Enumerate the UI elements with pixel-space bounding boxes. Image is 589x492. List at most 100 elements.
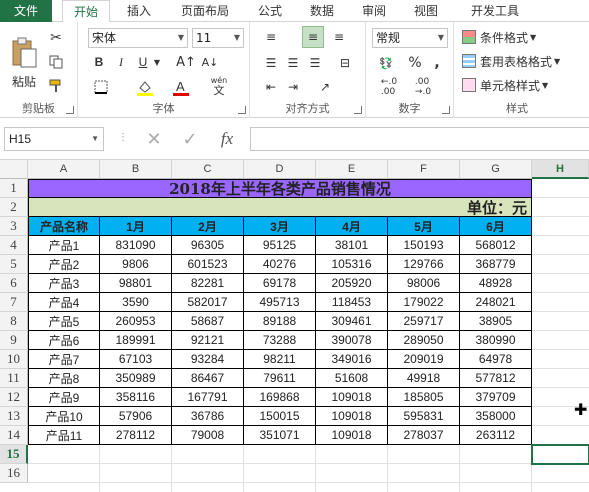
align-center-button[interactable]: ☰: [282, 52, 304, 74]
sales-value-cell[interactable]: 109018: [316, 407, 388, 426]
product-name-cell[interactable]: 产品7: [28, 350, 100, 369]
sales-value-cell[interactable]: 89188: [244, 312, 316, 331]
font-size-select[interactable]: 11 ▼: [192, 28, 244, 48]
sales-value-cell[interactable]: 577812: [460, 369, 532, 388]
decrease-indent-button[interactable]: ⇤: [260, 76, 282, 98]
copy-button[interactable]: [46, 52, 66, 72]
sales-value-cell[interactable]: 150193: [388, 236, 460, 255]
tab-view[interactable]: 视图: [404, 0, 448, 22]
cancel-button[interactable]: ✕: [140, 127, 168, 151]
sales-value-cell[interactable]: 109018: [316, 426, 388, 445]
product-name-cell[interactable]: 产品3: [28, 274, 100, 293]
enter-button[interactable]: ✓: [176, 127, 204, 151]
bold-button[interactable]: B: [90, 52, 108, 72]
sales-value-cell[interactable]: 79611: [244, 369, 316, 388]
column-header-c[interactable]: C: [172, 160, 244, 179]
unit-label[interactable]: 单位：元: [28, 198, 532, 217]
sales-value-cell[interactable]: 368779: [460, 255, 532, 274]
sales-value-cell[interactable]: 209019: [388, 350, 460, 369]
font-color-button[interactable]: A: [166, 76, 196, 98]
product-name-cell[interactable]: 产品5: [28, 312, 100, 331]
column-header-g[interactable]: G: [460, 160, 532, 179]
row-header-12[interactable]: 12: [0, 388, 28, 407]
sales-value-cell[interactable]: 495713: [244, 293, 316, 312]
row-header-13[interactable]: 13: [0, 407, 28, 426]
tab-data[interactable]: 数据: [300, 0, 344, 22]
sales-value-cell[interactable]: 79008: [172, 426, 244, 445]
sales-value-cell[interactable]: 260953: [100, 312, 172, 331]
sales-value-cell[interactable]: 98006: [388, 274, 460, 293]
sales-value-cell[interactable]: 358000: [460, 407, 532, 426]
sales-value-cell[interactable]: 278037: [388, 426, 460, 445]
sales-value-cell[interactable]: 93284: [172, 350, 244, 369]
fill-color-button[interactable]: [130, 76, 160, 98]
font-launcher-icon[interactable]: [238, 106, 246, 114]
row-header-14[interactable]: 14: [0, 426, 28, 445]
sales-value-cell[interactable]: 350989: [100, 369, 172, 388]
sales-value-cell[interactable]: 568012: [460, 236, 532, 255]
merge-button[interactable]: ⊟: [334, 52, 356, 74]
sales-value-cell[interactable]: 51608: [316, 369, 388, 388]
tab-page-layout[interactable]: 页面布局: [170, 0, 240, 22]
product-name-cell[interactable]: 产品2: [28, 255, 100, 274]
row-header-6[interactable]: 6: [0, 274, 28, 293]
row-header-7[interactable]: 7: [0, 293, 28, 312]
percent-button[interactable]: %: [406, 52, 424, 74]
sales-value-cell[interactable]: 582017: [172, 293, 244, 312]
italic-button[interactable]: I: [112, 52, 130, 72]
align-middle-button[interactable]: ≡: [302, 26, 324, 48]
paste-button[interactable]: 粘贴: [6, 28, 42, 98]
row-header-1[interactable]: 1: [0, 179, 28, 198]
align-right-button[interactable]: ☰: [304, 52, 326, 74]
sales-value-cell[interactable]: 205920: [316, 274, 388, 293]
row-header-11[interactable]: 11: [0, 369, 28, 388]
column-title-cell[interactable]: 2月: [172, 217, 244, 236]
product-name-cell[interactable]: 产品9: [28, 388, 100, 407]
sales-value-cell[interactable]: 248021: [460, 293, 532, 312]
cell-styles-button[interactable]: 单元格样式 ▼: [462, 74, 578, 96]
row-header-2[interactable]: 2: [0, 198, 28, 217]
sales-value-cell[interactable]: 289050: [388, 331, 460, 350]
sales-value-cell[interactable]: 67103: [100, 350, 172, 369]
align-left-button[interactable]: ☰: [260, 52, 282, 74]
sales-value-cell[interactable]: 48928: [460, 274, 532, 293]
tab-file[interactable]: 文件: [0, 0, 52, 22]
column-title-cell[interactable]: 产品名称: [28, 217, 100, 236]
format-as-table-button[interactable]: 套用表格格式 ▼: [462, 50, 582, 72]
align-top-button[interactable]: ≡: [260, 26, 282, 48]
sales-value-cell[interactable]: 98211: [244, 350, 316, 369]
tab-review[interactable]: 审阅: [352, 0, 396, 22]
sales-value-cell[interactable]: 98801: [100, 274, 172, 293]
product-name-cell[interactable]: 产品6: [28, 331, 100, 350]
comma-button[interactable]: ,: [428, 52, 446, 74]
row-header-4[interactable]: 4: [0, 236, 28, 255]
sales-value-cell[interactable]: 309461: [316, 312, 388, 331]
sales-value-cell[interactable]: 73288: [244, 331, 316, 350]
column-header-d[interactable]: D: [244, 160, 316, 179]
product-name-cell[interactable]: 产品1: [28, 236, 100, 255]
number-format-select[interactable]: 常规 ▼: [372, 28, 448, 48]
alignment-launcher-icon[interactable]: [354, 106, 362, 114]
sales-value-cell[interactable]: 259717: [388, 312, 460, 331]
sales-value-cell[interactable]: 189991: [100, 331, 172, 350]
sales-value-cell[interactable]: 49918: [388, 369, 460, 388]
name-box[interactable]: H15 ▼: [4, 127, 104, 151]
sales-value-cell[interactable]: 185805: [388, 388, 460, 407]
tab-home[interactable]: 开始: [62, 0, 110, 23]
sales-value-cell[interactable]: 150015: [244, 407, 316, 426]
sales-value-cell[interactable]: 96305: [172, 236, 244, 255]
underline-dropdown[interactable]: ▼: [152, 52, 162, 72]
row-header-9[interactable]: 9: [0, 331, 28, 350]
sales-value-cell[interactable]: 358116: [100, 388, 172, 407]
sales-value-cell[interactable]: 40276: [244, 255, 316, 274]
column-header-h[interactable]: H: [532, 160, 589, 179]
underline-button[interactable]: U: [134, 52, 152, 72]
sales-value-cell[interactable]: 109018: [316, 388, 388, 407]
selected-cell[interactable]: [531, 444, 589, 465]
row-header-15[interactable]: 15: [0, 445, 28, 464]
clipboard-launcher-icon[interactable]: [66, 106, 74, 114]
sales-value-cell[interactable]: 169868: [244, 388, 316, 407]
formula-input[interactable]: [250, 127, 589, 151]
phonetic-button[interactable]: wén 文: [202, 74, 236, 98]
column-title-cell[interactable]: 4月: [316, 217, 388, 236]
